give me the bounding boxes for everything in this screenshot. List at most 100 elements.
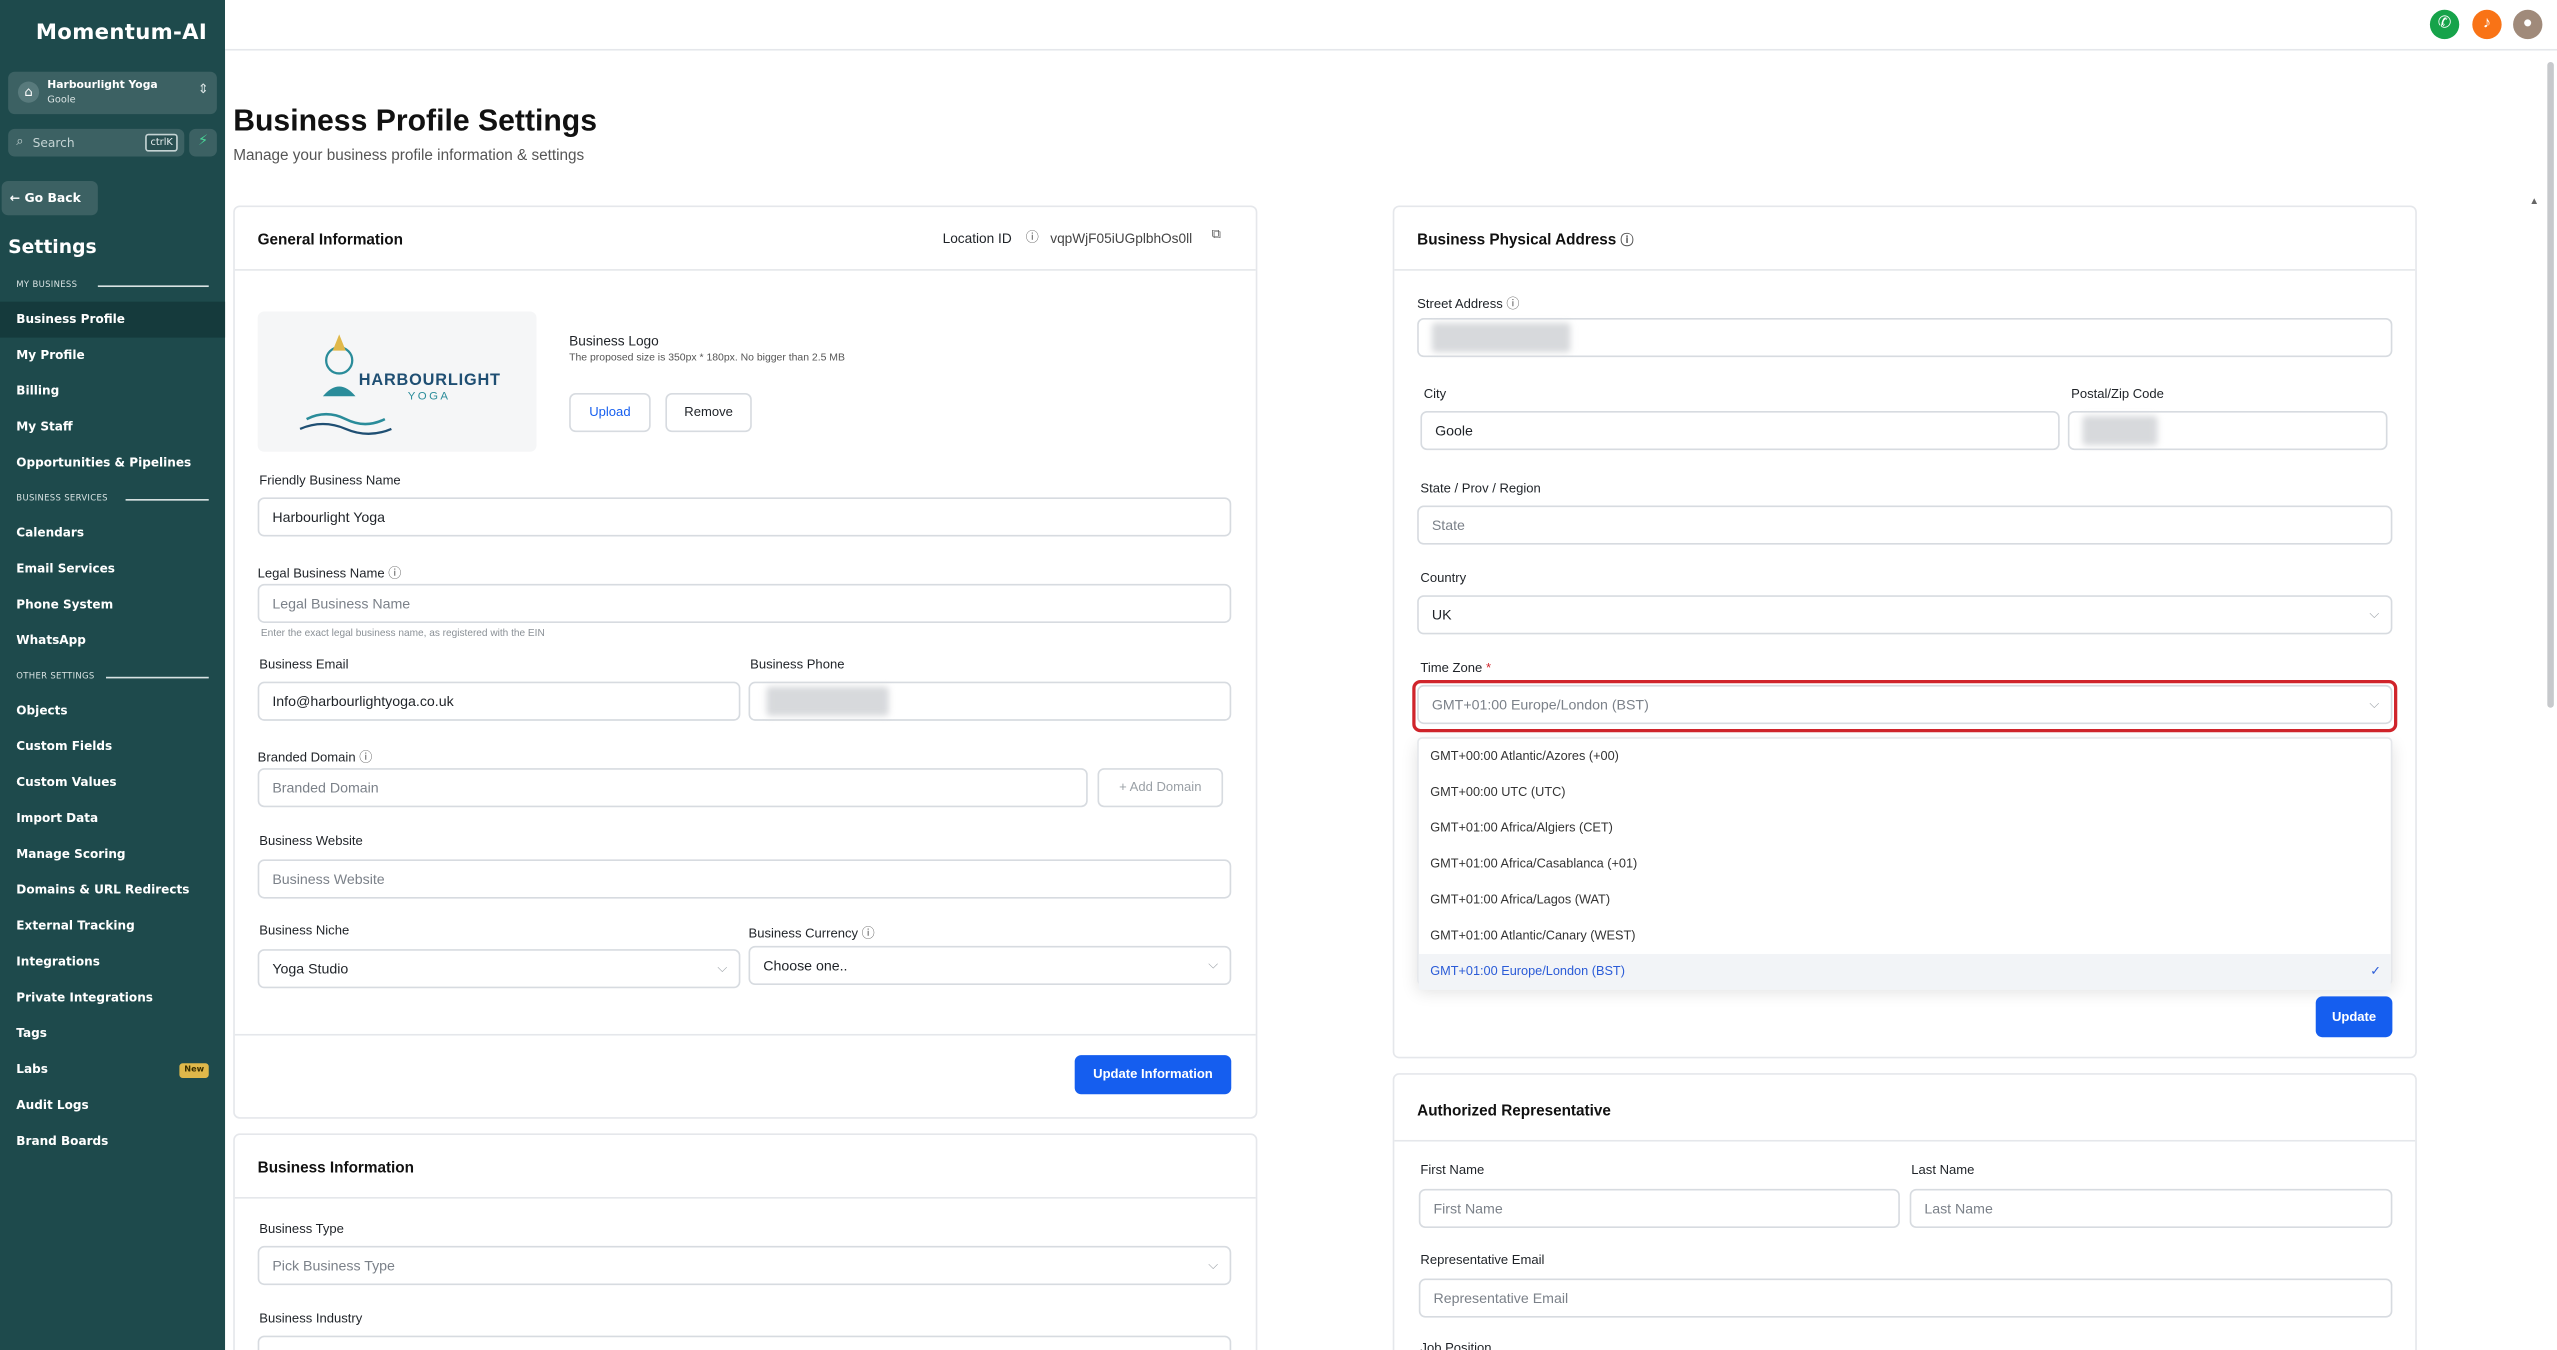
business-information-title: Business Information: [257, 1157, 414, 1176]
go-back-label: Go Back: [24, 190, 81, 206]
city-input[interactable]: Goole: [1420, 410, 2060, 451]
sidebar-item-opportunities[interactable]: Opportunities & Pipelines: [0, 445, 225, 481]
sidebar-item-objects[interactable]: Objects: [0, 693, 225, 729]
sidebar-item-import-data[interactable]: Import Data: [0, 801, 225, 837]
sidebar-item-my-staff[interactable]: My Staff: [0, 409, 225, 445]
last-name-input[interactable]: Last Name: [1909, 1188, 2393, 1228]
top-bar: ✆ ♪ ●: [225, 0, 2557, 51]
business-currency-select[interactable]: Choose one.. ⌵: [748, 945, 1232, 986]
street-address-label: Street Address ⓘ: [1417, 296, 1520, 312]
card-divider: [234, 1197, 1256, 1199]
search-shortcut: ctrlK: [145, 133, 178, 152]
timezone-option[interactable]: GMT+00:00 UTC (UTC): [1419, 775, 2391, 811]
add-domain-button[interactable]: + Add Domain: [1097, 768, 1224, 808]
arrow-left-icon: ←: [9, 190, 21, 206]
business-type-select[interactable]: Pick Business Type ⌵: [257, 1245, 1232, 1286]
sidebar-item-manage-scoring[interactable]: Manage Scoring: [0, 837, 225, 873]
business-email-label: Business Email: [259, 657, 349, 672]
page-subtitle: Manage your business profile information…: [233, 145, 585, 164]
sidebar-item-domains[interactable]: Domains & URL Redirects: [0, 872, 225, 908]
settings-title: Settings: [8, 234, 97, 258]
business-niche-label: Business Niche: [259, 923, 350, 938]
business-email-input[interactable]: Info@harbourlightyoga.co.uk: [257, 681, 741, 721]
sidebar-item-phone-system[interactable]: Phone System: [0, 587, 225, 623]
postal-code-label: Postal/Zip Code: [2071, 386, 2164, 402]
timezone-highlight: [1412, 680, 2398, 733]
sidebar-item-business-profile[interactable]: Business Profile: [0, 301, 226, 338]
avatar[interactable]: ●: [2513, 9, 2543, 40]
sidebar-item-email-services[interactable]: Email Services: [0, 551, 225, 587]
timezone-option[interactable]: GMT+01:00 Africa/Lagos (WAT): [1419, 882, 2391, 918]
timezone-option[interactable]: GMT+00:00 Atlantic/Azores (+00): [1419, 739, 2391, 775]
timezone-option-selected[interactable]: GMT+01:00 Europe/London (BST) ✓: [1418, 954, 2391, 990]
sidebar-item-audit-logs[interactable]: Audit Logs: [0, 1088, 225, 1124]
sidebar-item-integrations[interactable]: Integrations: [0, 944, 225, 980]
quick-action-bolt-icon[interactable]: ⚡: [189, 128, 217, 157]
sidebar-item-brand-boards[interactable]: Brand Boards: [0, 1124, 225, 1160]
sidebar-item-private-integrations[interactable]: Private Integrations: [0, 980, 225, 1016]
branded-domain-input[interactable]: Branded Domain: [257, 768, 1088, 808]
phone-icon[interactable]: ✆: [2429, 9, 2460, 40]
search-box[interactable]: ⌕ Search ctrlK: [8, 128, 185, 157]
section-divider: [125, 499, 209, 501]
account-switcher[interactable]: ⌂ Harbourlight Yoga Goole ⇕: [8, 71, 217, 115]
location-id-label: Location ID: [942, 229, 1012, 247]
authorized-representative-title: Authorized Representative: [1417, 1100, 1611, 1119]
sidebar-item-my-profile[interactable]: My Profile: [0, 338, 225, 374]
update-information-button[interactable]: Update Information: [1074, 1055, 1232, 1095]
job-position-label: Job Position: [1420, 1340, 1492, 1350]
sidebar-item-tags[interactable]: Tags: [0, 1016, 225, 1052]
business-currency-value: Choose one..: [763, 957, 848, 974]
sidebar-item-labs[interactable]: Labs New: [0, 1052, 225, 1088]
update-address-button[interactable]: Update: [2315, 996, 2393, 1038]
sidebar-item-whatsapp[interactable]: WhatsApp: [0, 623, 225, 659]
state-label: State / Prov / Region: [1420, 481, 1541, 496]
chevron-updown-icon: ⇕: [197, 81, 209, 97]
business-logo-hint: The proposed size is 350px * 180px. No b…: [569, 352, 845, 364]
page-title: Business Profile Settings: [233, 102, 598, 137]
business-niche-value: Yoga Studio: [272, 960, 349, 977]
remove-button[interactable]: Remove: [665, 393, 752, 433]
bell-icon[interactable]: ♪: [2472, 9, 2502, 40]
sidebar-item-custom-values[interactable]: Custom Values: [0, 765, 225, 801]
go-back-button[interactable]: ← Go Back: [1, 181, 98, 216]
state-input[interactable]: State: [1417, 505, 2393, 545]
timezone-option[interactable]: GMT+01:00 Atlantic/Canary (WEST): [1419, 918, 2391, 954]
scrollbar-thumb[interactable]: [2547, 61, 2554, 708]
section-divider: [106, 676, 209, 679]
country-value: UK: [1431, 606, 1452, 623]
card-divider: [1394, 269, 2416, 271]
timezone-option[interactable]: GMT+01:00 Africa/Casablanca (+01): [1419, 846, 2391, 882]
upload-button[interactable]: Upload: [569, 393, 651, 433]
chevron-down-icon: ⌵: [717, 960, 728, 976]
sidebar-item-label: Labs: [16, 1061, 48, 1077]
redacted-postal: [2082, 415, 2158, 446]
legal-name-input[interactable]: Legal Business Name: [257, 583, 1232, 623]
sidebar: Momentum-AI ⌂ Harbourlight Yoga Goole ⇕ …: [0, 0, 226, 1350]
country-select[interactable]: UK ⌵: [1417, 595, 2393, 635]
business-industry-select[interactable]: [257, 1335, 1232, 1350]
sidebar-item-billing[interactable]: Billing: [0, 373, 225, 409]
rep-email-input[interactable]: Representative Email: [1418, 1278, 2393, 1318]
timezone-option[interactable]: GMT+01:00 Africa/Algiers (CET): [1419, 811, 2391, 847]
card-divider: [234, 1033, 1256, 1036]
info-icon: ⓘ: [1506, 296, 1520, 312]
info-icon: ⓘ: [1025, 229, 1039, 245]
timezone-option-label: GMT+01:00 Europe/London (BST): [1430, 963, 1625, 979]
copy-icon[interactable]: ⧉: [1212, 227, 1221, 243]
required-mark: *: [1485, 660, 1492, 676]
account-location: Goole: [47, 94, 76, 107]
sidebar-item-custom-fields[interactable]: Custom Fields: [0, 729, 225, 765]
sidebar-item-external-tracking[interactable]: External Tracking: [0, 908, 225, 944]
scroll-up-arrow-icon[interactable]: ▲: [2529, 197, 2539, 207]
city-label: City: [1423, 386, 1447, 402]
friendly-name-input[interactable]: Harbourlight Yoga: [257, 497, 1232, 537]
first-name-input[interactable]: First Name: [1418, 1188, 1900, 1228]
first-name-label: First Name: [1420, 1162, 1485, 1178]
info-icon: ⓘ: [1620, 233, 1634, 248]
business-website-input[interactable]: Business Website: [257, 859, 1232, 899]
business-niche-select[interactable]: Yoga Studio ⌵: [257, 949, 741, 989]
business-type-label: Business Type: [259, 1221, 344, 1237]
section-business-services: BUSINESS SERVICES: [16, 494, 108, 504]
sidebar-item-calendars[interactable]: Calendars: [0, 515, 225, 551]
